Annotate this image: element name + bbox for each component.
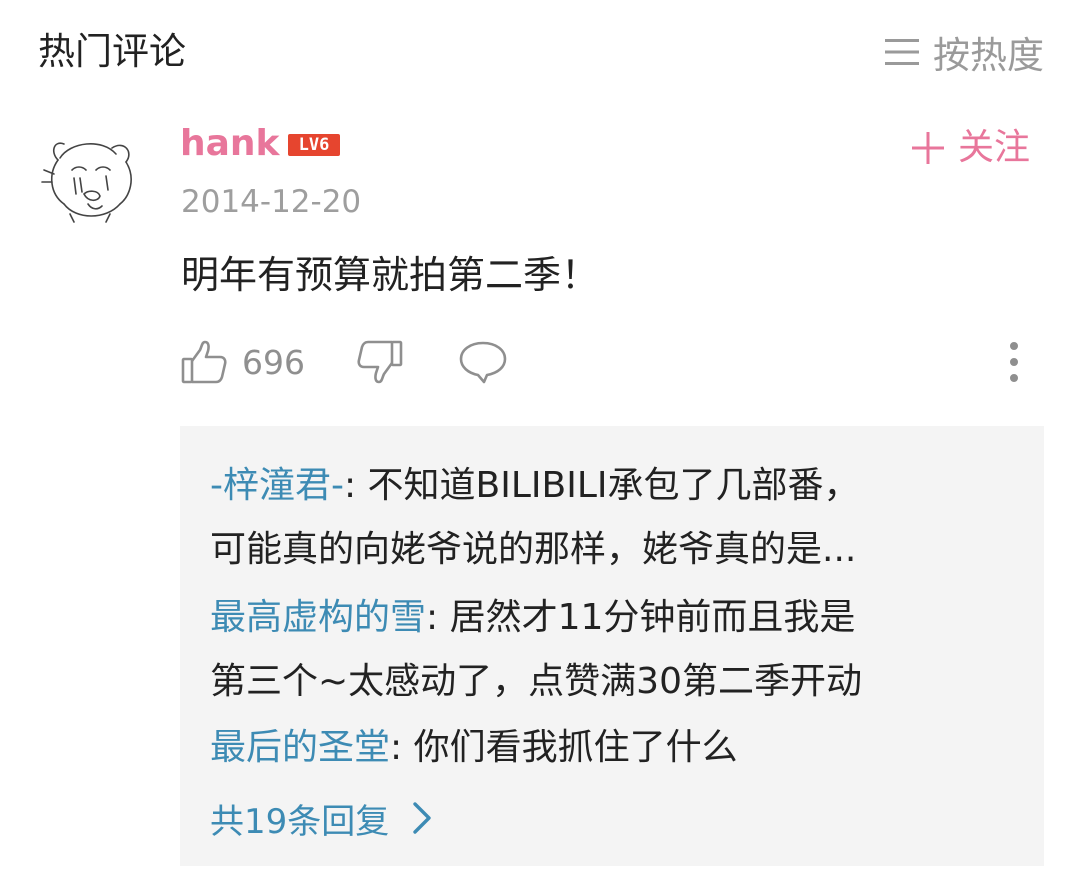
thumbs-up-icon [181, 340, 227, 384]
level-badge: LV6 [288, 134, 340, 156]
reply-item-continuation: 第三个~太感动了，点赞满30第二季开动 [210, 650, 862, 714]
view-all-replies-link[interactable]: 共19条回复 [210, 790, 435, 846]
plus-icon [911, 132, 944, 164]
comment-text: 明年有预算就拍第二季！ [181, 253, 600, 297]
more-options-button[interactable] [1002, 334, 1026, 390]
comment-date: 2014-12-20 [181, 184, 362, 220]
reply-text: : 居然才11分钟前而且我是 [426, 597, 856, 638]
reply-nick[interactable]: 最后的圣堂 [210, 727, 390, 768]
reply-nick[interactable]: 最高虚构的雪 [210, 597, 426, 638]
reply-button[interactable] [458, 334, 508, 390]
username[interactable]: hank [180, 120, 280, 168]
chevron-right-icon [413, 802, 431, 834]
bear-avatar-image [41, 142, 132, 223]
section-title: 热门评论 [38, 30, 186, 73]
reply-preview-box[interactable]: -梓潼君-: 不知道BILIBILI承包了几部番， 可能真的向姥爷说的那样，姥爷… [180, 426, 1044, 866]
like-button[interactable]: 696 [180, 334, 305, 390]
more-vertical-icon [1010, 342, 1018, 382]
follow-button[interactable]: 关注 [911, 124, 1030, 172]
comments-header: 热门评论 按热度 [0, 0, 1080, 100]
thumbs-down-icon [357, 340, 403, 384]
sort-label: 按热度 [933, 34, 1044, 77]
reply-item[interactable]: 最后的圣堂: 你们看我抓住了什么 [210, 716, 738, 780]
reply-text: 可能真的向姥爷说的那样，姥爷真的是... [210, 529, 857, 570]
dislike-button[interactable] [356, 334, 404, 390]
reply-nick[interactable]: -梓潼君- [210, 465, 344, 506]
sort-button[interactable]: 按热度 [885, 28, 1044, 77]
reply-item[interactable]: 最高虚构的雪: 居然才11分钟前而且我是 [210, 586, 855, 650]
more-replies-label: 共19条回复 [210, 801, 390, 842]
like-count: 696 [242, 342, 305, 382]
reply-text: 第三个~太感动了，点赞满30第二季开动 [210, 661, 862, 702]
comment-actions: 696 [180, 334, 1040, 390]
reply-item[interactable]: -梓潼君-: 不知道BILIBILI承包了几部番， [210, 454, 860, 518]
reply-text: : 你们看我抓住了什么 [390, 727, 738, 768]
follow-label: 关注 [957, 127, 1030, 168]
reply-item-continuation: 可能真的向姥爷说的那样，姥爷真的是... [210, 518, 856, 582]
reply-text: : 不知道BILIBILI承包了几部番， [343, 465, 860, 506]
avatar[interactable] [40, 130, 140, 230]
reply-bubble-icon [459, 341, 507, 384]
menu-icon [885, 39, 919, 65]
